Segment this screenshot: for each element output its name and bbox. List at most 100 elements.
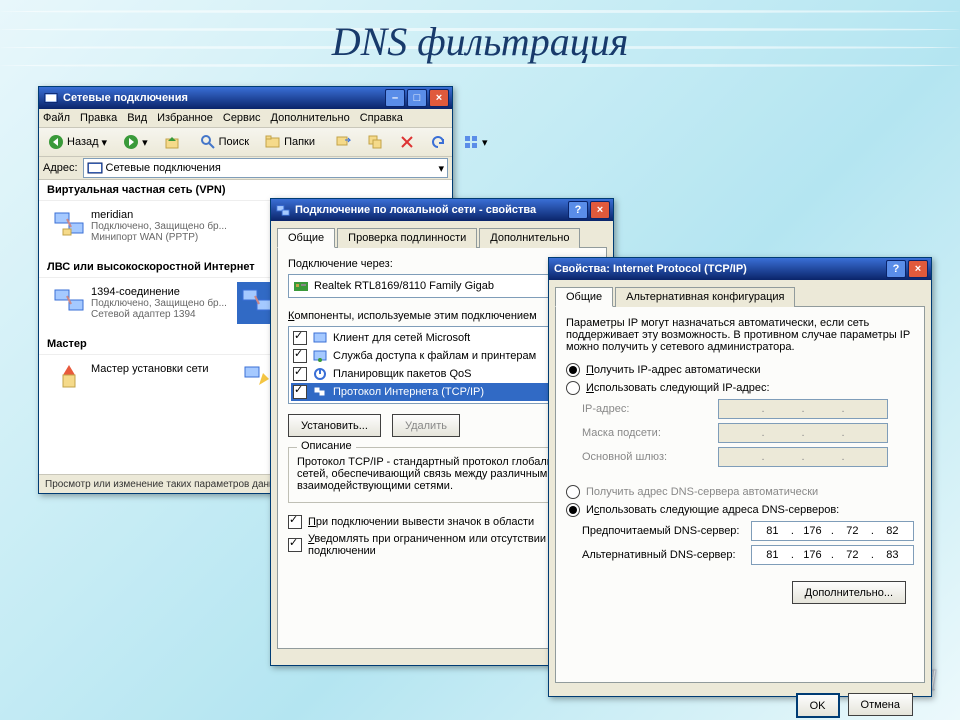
folders-button[interactable]: Папки [259, 130, 321, 154]
back-button[interactable]: Назад ▾ [42, 130, 113, 154]
connection-icon [276, 203, 290, 217]
client-icon [312, 330, 328, 346]
up-icon [164, 134, 180, 150]
help-button[interactable]: ? [568, 201, 588, 219]
close-button[interactable]: × [908, 260, 928, 278]
radio-auto-ip[interactable] [566, 363, 580, 377]
folders-icon [265, 134, 281, 150]
checkbox-icon[interactable] [293, 385, 307, 399]
network-connections-icon [44, 91, 58, 105]
conn-titlebar[interactable]: Подключение по локальной сети - свойства… [271, 199, 613, 221]
copy-icon [367, 134, 383, 150]
close-button[interactable]: × [429, 89, 449, 107]
radio-auto-ip-label: Получить IP-адрес автоматически [586, 364, 760, 376]
forward-icon [123, 134, 139, 150]
address-field[interactable]: Сетевые подключения ▾ [83, 158, 448, 178]
help-button[interactable]: ? [886, 260, 906, 278]
ip-titlebar[interactable]: Свойства: Internet Protocol (TCP/IP) ? × [549, 258, 931, 280]
checkbox-icon[interactable] [293, 367, 307, 381]
ok-button[interactable]: OK [796, 693, 840, 718]
nic-icon [293, 278, 309, 294]
wizard-icon [53, 363, 85, 395]
slide-title: DNS фильтрация [0, 18, 960, 65]
explorer-titlebar[interactable]: Сетевые подключения – □ × [39, 87, 452, 109]
forward-button[interactable]: ▾ [117, 130, 154, 154]
menu-edit[interactable]: Правка [80, 112, 117, 124]
connection-item[interactable]: meridianПодключено, Защищено бр... Минип… [49, 205, 237, 247]
up-button[interactable] [158, 130, 186, 154]
maximize-button[interactable]: □ [407, 89, 427, 107]
notify-checkbox[interactable] [288, 538, 302, 552]
wizard-icon [241, 363, 273, 395]
menu-help[interactable]: Справка [360, 112, 403, 124]
tab-auth[interactable]: Проверка подлинности [337, 228, 477, 248]
address-bar: Адрес: Сетевые подключения ▾ [39, 157, 452, 180]
delete-icon [399, 134, 415, 150]
tcpip-icon [312, 384, 328, 400]
address-label: Адрес: [43, 162, 78, 174]
menu-view[interactable]: Вид [127, 112, 147, 124]
ip-addr-field: ... [718, 399, 888, 419]
menu-additional[interactable]: Дополнительно [271, 112, 350, 124]
search-button[interactable]: Поиск [194, 130, 255, 154]
tray-checkbox[interactable] [288, 515, 302, 529]
menu-tools[interactable]: Сервис [223, 112, 261, 124]
radio-auto-dns [566, 485, 580, 499]
dns2-label: Альтернативный DNS-сервер: [582, 549, 745, 561]
advanced-button[interactable]: Дополнительно... [792, 581, 906, 604]
network-icon [53, 209, 85, 241]
tray-label: При подключении вывести значок в области [308, 516, 534, 528]
location-icon [87, 160, 103, 176]
conn-title: Подключение по локальной сети - свойства [295, 204, 568, 216]
radio-manual-ip-label: Использовать следующий IP-адрес: [586, 382, 770, 394]
ip-info: Параметры IP могут назначаться автоматич… [566, 317, 914, 353]
tab-general[interactable]: Общие [277, 228, 335, 248]
dns1-field[interactable]: 81. 176. 72. 82 [751, 521, 914, 541]
gw-label: Основной шлюз: [582, 451, 712, 463]
ip-addr-label: IP-адрес: [582, 403, 712, 415]
close-button[interactable]: × [590, 201, 610, 219]
checkbox-icon[interactable] [293, 331, 307, 345]
menu-fav[interactable]: Избранное [157, 112, 213, 124]
description-legend: Описание [297, 440, 356, 452]
radio-manual-dns[interactable] [566, 503, 580, 517]
back-icon [48, 134, 64, 150]
radio-manual-dns-label: Использовать следующие адреса DNS-сервер… [586, 504, 839, 516]
description-text: Протокол TCP/IP - стандартный протокол г… [297, 456, 587, 492]
tab-advanced[interactable]: Дополнительно [479, 228, 580, 248]
dns1-label: Предпочитаемый DNS-сервер: [582, 525, 745, 537]
mask-label: Маска подсети: [582, 427, 712, 439]
explorer-title: Сетевые подключения [63, 92, 385, 104]
gw-field: ... [718, 447, 888, 467]
radio-auto-dns-label: Получить адрес DNS-сервера автоматически [586, 486, 818, 498]
explorer-toolbar: Назад ▾ ▾ Поиск Папки ▾ [39, 128, 452, 157]
explorer-menu[interactable]: Файл Правка Вид Избранное Сервис Дополни… [39, 109, 452, 128]
fileshare-icon [312, 348, 328, 364]
delete-button[interactable] [393, 130, 421, 154]
views-button[interactable]: ▾ [457, 130, 494, 154]
cancel-button[interactable]: Отмена [848, 693, 913, 716]
install-button[interactable]: Установить... [288, 414, 381, 437]
ip-title: Свойства: Internet Protocol (TCP/IP) [554, 263, 886, 275]
copy-button[interactable] [361, 130, 389, 154]
tab-general[interactable]: Общие [555, 287, 613, 307]
move-icon [335, 134, 351, 150]
radio-manual-ip[interactable] [566, 381, 580, 395]
mask-field: ... [718, 423, 888, 443]
uninstall-button: Удалить [392, 414, 460, 437]
network-icon [53, 286, 85, 318]
dns2-field[interactable]: 81. 176. 72. 83 [751, 545, 914, 565]
qos-icon [312, 366, 328, 382]
undo-button[interactable] [425, 130, 453, 154]
wizard-item[interactable]: Мастер установки сети [49, 359, 237, 399]
network-icon [241, 286, 273, 318]
search-icon [200, 134, 216, 150]
move-button[interactable] [329, 130, 357, 154]
tab-alt[interactable]: Альтернативная конфигурация [615, 287, 795, 307]
views-icon [463, 134, 479, 150]
undo-icon [431, 134, 447, 150]
menu-file[interactable]: Файл [43, 112, 70, 124]
checkbox-icon[interactable] [293, 349, 307, 363]
minimize-button[interactable]: – [385, 89, 405, 107]
connection-item[interactable]: 1394-соединениеПодключено, Защищено бр..… [49, 282, 237, 324]
